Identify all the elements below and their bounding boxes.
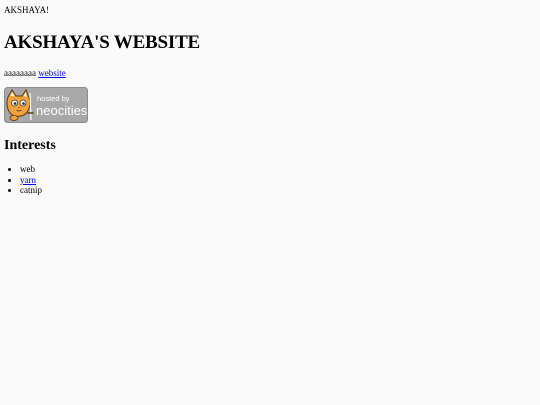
tagline-text: aaaaaaaa bbox=[4, 68, 39, 78]
badge-label-line1: hosted by bbox=[37, 94, 70, 103]
list-item: yarn bbox=[20, 175, 534, 186]
interest-yarn-link[interactable]: yarn bbox=[20, 175, 36, 185]
interest-web: web bbox=[20, 164, 35, 174]
interest-catnip: catnip bbox=[20, 185, 42, 195]
interests-list: web yarn catnip bbox=[4, 164, 534, 196]
neocities-badge-graphic: hosted by neocities bbox=[4, 87, 88, 123]
page-content: AKSHAYA! AKSHAYA'S WEBSITE aaaaaaaa webs… bbox=[4, 0, 534, 196]
website-link[interactable]: website bbox=[38, 68, 66, 78]
tagline: aaaaaaaa website bbox=[4, 68, 534, 79]
list-item: web bbox=[20, 164, 534, 175]
badge-label-line2: neocities bbox=[36, 103, 88, 118]
page-title: AKSHAYA'S WEBSITE bbox=[4, 32, 201, 53]
greeting-text: AKSHAYA! bbox=[4, 5, 50, 15]
list-item: catnip bbox=[20, 185, 534, 196]
interests-heading: Interests bbox=[4, 138, 56, 153]
neocities-badge[interactable]: hosted by neocities bbox=[4, 87, 88, 123]
